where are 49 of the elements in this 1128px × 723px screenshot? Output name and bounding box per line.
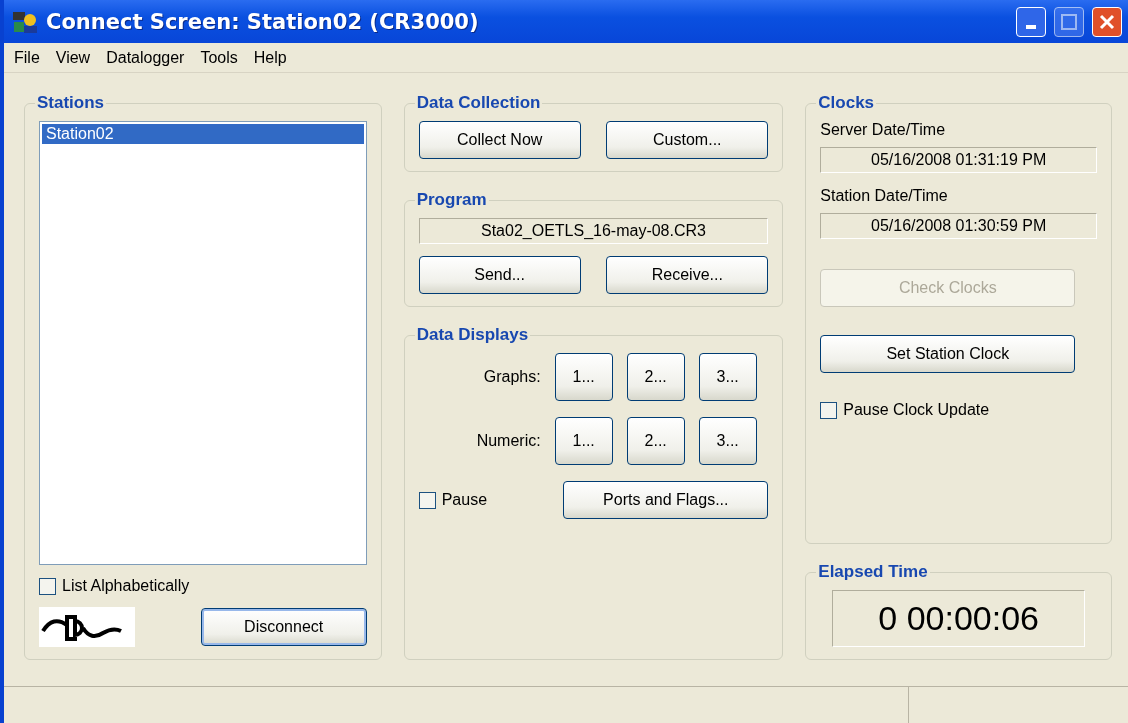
program-file: Sta02_OETLS_16-may-08.CR3 [418,218,769,244]
button[interactable]: 3... [698,353,757,401]
button[interactable]: 2... [626,417,685,465]
menu-item[interactable]: File [8,46,46,69]
button[interactable]: Ports and Flags... [563,481,769,519]
menu-item[interactable]: Tools [194,46,244,69]
menu-item[interactable]: View [49,46,97,69]
button[interactable]: 1... [554,353,613,401]
minimize-button[interactable] [1016,6,1046,37]
close-icon [1099,13,1115,30]
button[interactable]: 3... [698,417,757,465]
app-icon [12,9,38,34]
menu-item[interactable]: Help [247,46,293,69]
field-label: Server Date/Time [820,121,947,139]
elapsed-time-display: 0 00:00:06 [832,590,1085,647]
group-title: Data Displays [415,325,530,345]
button[interactable]: Set Station Clock [820,335,1076,373]
window-title: Connect Screen: Station02 (CR3000) [46,9,480,34]
list-item[interactable]: Station02 [42,124,364,144]
group-title: Stations [36,93,106,113]
group-title: Data Collection [415,93,542,113]
row-label: Numeric: [475,432,541,450]
button[interactable]: 1... [554,417,613,465]
plug-icon [39,607,135,647]
menu-item[interactable]: Datalogger [100,46,191,69]
checkbox-label: Pause [441,491,488,509]
checkbox[interactable] [418,491,436,509]
checkbox-label: Pause Clock Update [843,401,990,419]
close-button[interactable] [1092,6,1122,37]
button[interactable]: Send... [418,256,581,294]
time-field: 05/16/2008 01:31:19 PM [820,147,1097,173]
checkbox[interactable] [39,577,56,595]
checkbox[interactable] [820,401,838,419]
maximize-button[interactable] [1054,6,1084,37]
group-title: Elapsed Time [817,562,929,582]
field-label: Station Date/Time [820,187,949,205]
button[interactable]: Collect Now [418,121,581,159]
checkbox-label: List Alphabetically [62,577,190,595]
disconnect-button[interactable]: Disconnect [200,608,367,646]
minimize-icon [1026,24,1036,29]
time-field: 05/16/2008 01:30:59 PM [820,213,1097,239]
maximize-icon [1061,13,1077,30]
row-label: Graphs: [482,368,541,386]
button[interactable]: Custom... [606,121,769,159]
button[interactable]: 2... [626,353,685,401]
station-list[interactable]: Station02 [39,121,367,565]
group-title: Clocks [817,93,876,113]
group-title: Program [415,190,488,210]
button[interactable]: Receive... [606,256,769,294]
